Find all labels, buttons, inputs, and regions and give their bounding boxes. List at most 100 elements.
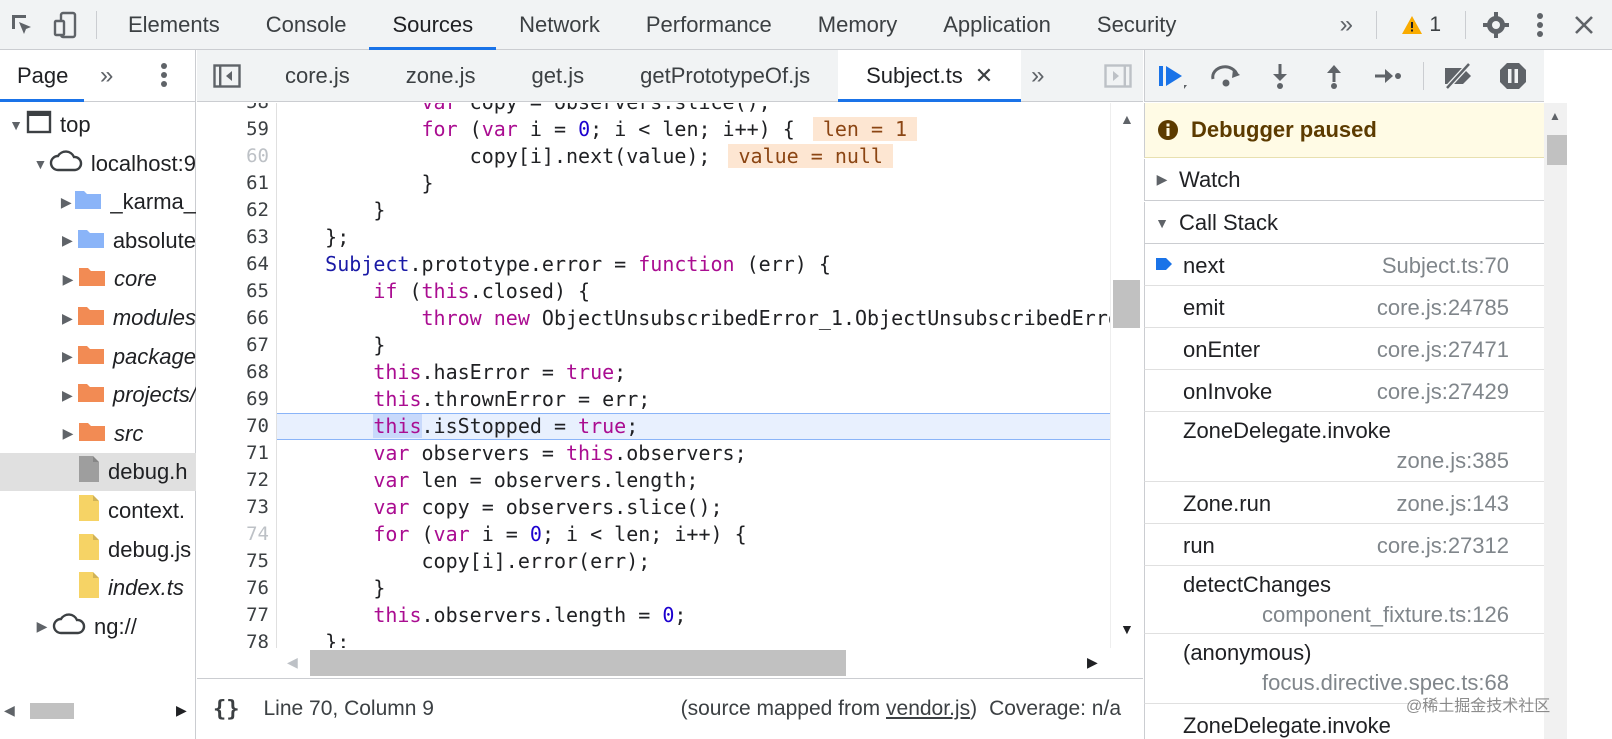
step-into-button[interactable] <box>1253 50 1307 102</box>
call-frame[interactable]: onInvoke core.js:27429 <box>1144 370 1544 412</box>
tree-item[interactable]: ▶ package <box>0 338 196 376</box>
hscroll-left-icon[interactable]: ◀ <box>287 654 298 671</box>
chevron-right-icon[interactable]: ▶ <box>58 232 77 249</box>
step-button[interactable] <box>1361 50 1415 102</box>
line-number[interactable]: 76 <box>197 575 269 602</box>
tree-item[interactable]: ▶ core <box>0 260 196 298</box>
line-number[interactable]: 69 <box>197 386 269 413</box>
scroll-thumb[interactable] <box>30 703 74 719</box>
navigator-menu-icon[interactable] <box>160 62 168 93</box>
tab-elements[interactable]: Elements <box>105 0 243 50</box>
chevron-right-icon[interactable]: ▶ <box>58 425 78 442</box>
line-number[interactable]: 77 <box>197 602 269 629</box>
close-tab-icon[interactable]: ✕ <box>975 63 993 89</box>
kebab-menu-icon[interactable] <box>1518 0 1562 50</box>
chevron-right-icon[interactable]: ▶ <box>58 387 77 404</box>
settings-gear-icon[interactable] <box>1474 0 1518 50</box>
chevron-right-icon[interactable]: ▶ <box>58 348 77 365</box>
step-over-button[interactable] <box>1199 50 1253 102</box>
line-number[interactable]: 75 <box>197 548 269 575</box>
chevron-right-icon[interactable]: ▶ <box>58 310 77 327</box>
line-number[interactable]: 73 <box>197 494 269 521</box>
navigator-hscroll[interactable]: ◀ ▶ <box>0 700 196 720</box>
close-devtools-icon[interactable] <box>1562 0 1606 50</box>
tab-sources[interactable]: Sources <box>369 0 496 50</box>
line-number[interactable]: 61 <box>197 170 269 197</box>
tab-network[interactable]: Network <box>496 0 623 50</box>
step-out-button[interactable] <box>1307 50 1361 102</box>
more-tabs-icon[interactable]: » <box>1324 0 1368 50</box>
call-frame[interactable]: Zone.run zone.js:143 <box>1144 482 1544 524</box>
tab-security[interactable]: Security <box>1074 0 1199 50</box>
tree-item[interactable]: ▶ _karma_ <box>0 183 196 221</box>
code-editor[interactable]: 5859606162636465666768697071727374757677… <box>197 103 1110 648</box>
file-tab[interactable]: zone.js <box>378 50 504 102</box>
pretty-print-icon[interactable]: {} <box>197 697 264 722</box>
resume-button[interactable] <box>1145 50 1199 102</box>
chevron-right-icon[interactable]: ▶ <box>58 194 74 211</box>
tab-console[interactable]: Console <box>243 0 370 50</box>
call-frame[interactable]: onEnter core.js:27471 <box>1144 328 1544 370</box>
call-stack-section-header[interactable]: ▼ Call Stack <box>1144 202 1544 244</box>
line-number-gutter[interactable]: 5859606162636465666768697071727374757677… <box>197 103 277 648</box>
tree-item[interactable]: debug.js <box>0 531 196 569</box>
deactivate-breakpoints-button[interactable] <box>1432 50 1486 102</box>
line-number[interactable]: 64 <box>197 251 269 278</box>
line-number[interactable]: 71 <box>197 440 269 467</box>
toggle-debugger-icon[interactable] <box>1093 50 1143 102</box>
more-file-tabs-icon[interactable]: » <box>1021 62 1054 90</box>
file-tab[interactable]: getPrototypeOf.js <box>612 50 838 102</box>
scroll-right-icon[interactable]: ▶ <box>176 702 187 719</box>
sidebar-scroll-up-icon[interactable]: ▲ <box>1549 109 1561 123</box>
line-number[interactable]: 59 <box>197 116 269 143</box>
line-number[interactable]: 66 <box>197 305 269 332</box>
editor-vertical-scrollbar[interactable]: ▲ ▼ <box>1110 103 1143 648</box>
tree-item[interactable]: ▶ projects/ <box>0 376 196 414</box>
line-number[interactable]: 60 <box>197 143 269 170</box>
line-number[interactable]: 72 <box>197 467 269 494</box>
scroll-up-icon[interactable]: ▲ <box>1120 111 1134 127</box>
editor-hscroll-thumb[interactable] <box>310 650 846 676</box>
call-frame[interactable]: detectChanges component_fixture.ts:126 <box>1144 566 1544 634</box>
tree-item[interactable]: ▶ modules <box>0 299 196 337</box>
file-tab[interactable]: Subject.ts ✕ <box>838 49 1022 102</box>
line-number[interactable]: 62 <box>197 197 269 224</box>
tree-item[interactable]: index.ts <box>0 569 196 607</box>
tree-item[interactable]: context. <box>0 492 196 530</box>
watch-section-header[interactable]: ▶ Watch <box>1144 159 1544 201</box>
source-map-link[interactable]: vendor.js <box>886 697 970 720</box>
scroll-left-icon[interactable]: ◀ <box>4 702 15 719</box>
tree-item[interactable]: debug.h <box>0 453 196 492</box>
inspect-element-icon[interactable] <box>0 0 44 50</box>
warnings-counter[interactable]: 1 <box>1385 13 1457 37</box>
line-number[interactable]: 58 <box>197 103 269 116</box>
scroll-down-icon[interactable]: ▼ <box>1120 621 1134 637</box>
call-frame[interactable]: emit core.js:24785 <box>1144 286 1544 328</box>
sidebar-scroll-thumb[interactable] <box>1547 135 1567 165</box>
toggle-navigator-icon[interactable] <box>197 50 257 102</box>
line-number[interactable]: 65 <box>197 278 269 305</box>
chevron-down-icon[interactable]: ▼ <box>6 117 26 133</box>
tab-performance[interactable]: Performance <box>623 0 795 50</box>
tab-memory[interactable]: Memory <box>795 0 920 50</box>
tree-item[interactable]: ▶ src <box>0 415 196 453</box>
call-frame-current[interactable]: next Subject.ts:70 <box>1144 244 1544 286</box>
more-navigator-tabs-icon[interactable]: » <box>100 62 113 90</box>
pause-on-exceptions-button[interactable] <box>1486 50 1540 102</box>
tab-page[interactable]: Page <box>0 50 84 102</box>
tree-item[interactable]: ▼ top <box>0 106 196 144</box>
editor-vscroll-thumb[interactable] <box>1113 280 1140 328</box>
chevron-down-icon[interactable]: ▼ <box>32 156 49 172</box>
chevron-right-icon[interactable]: ▶ <box>58 271 78 288</box>
device-toolbar-icon[interactable] <box>44 0 88 50</box>
tree-item[interactable]: ▶ absolute <box>0 222 196 260</box>
line-number[interactable]: 67 <box>197 332 269 359</box>
sidebar-scrollbar[interactable]: ▲ <box>1544 103 1567 739</box>
call-frame[interactable]: run core.js:27312 <box>1144 524 1544 566</box>
tree-item[interactable]: ▶ ng:// <box>0 608 196 646</box>
line-number[interactable]: 68 <box>197 359 269 386</box>
line-number[interactable]: 70 <box>197 413 269 440</box>
file-tab[interactable]: get.js <box>504 50 613 102</box>
tab-application[interactable]: Application <box>920 0 1074 50</box>
chevron-right-icon[interactable]: ▶ <box>32 618 52 635</box>
